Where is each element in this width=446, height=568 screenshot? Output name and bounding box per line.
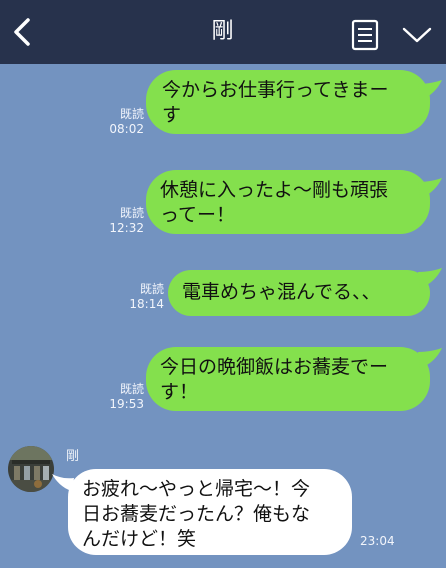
message-bubble[interactable]: 休憩に入ったよ〜剛も頑張 ってー！ bbox=[146, 170, 430, 234]
message-time: 19:53 bbox=[109, 397, 144, 411]
sender-avatar[interactable] bbox=[8, 446, 54, 492]
avatar-photo bbox=[8, 446, 54, 492]
message-text: 電車めちゃ混んでる、、 bbox=[182, 281, 381, 303]
read-receipt: 既読 bbox=[139, 282, 164, 296]
message-text: 休憩に入ったよ〜剛も頑張 ってー！ bbox=[160, 179, 389, 226]
list-icon bbox=[351, 19, 379, 51]
menu-button[interactable] bbox=[350, 19, 380, 51]
message-bubble[interactable]: 今からお仕事行ってきまー す bbox=[146, 70, 430, 134]
message-meta: 既読 12:32 bbox=[104, 206, 144, 236]
message-meta: 既読 18:14 bbox=[124, 282, 164, 312]
read-receipt: 既読 bbox=[119, 206, 144, 220]
message-bubble[interactable]: 電車めちゃ混んでる、、 bbox=[168, 270, 430, 316]
message-text: 今からお仕事行ってきまー す bbox=[162, 79, 389, 126]
expand-button[interactable] bbox=[400, 24, 434, 46]
chat-header: 剛 bbox=[0, 0, 446, 64]
message-bubble[interactable]: 今日の晩御飯はお蕎麦でー す！ bbox=[146, 347, 430, 411]
message-time: 08:02 bbox=[109, 122, 144, 136]
read-receipt: 既読 bbox=[119, 382, 144, 396]
back-button[interactable] bbox=[6, 14, 42, 50]
message-time: 12:32 bbox=[109, 221, 144, 235]
read-receipt: 既読 bbox=[119, 107, 144, 121]
chevron-left-icon bbox=[14, 18, 30, 46]
bubble-tail bbox=[418, 348, 442, 368]
bubble-tail bbox=[418, 80, 442, 100]
chat-area[interactable]: 既読 08:02 今からお仕事行ってきまー す 既読 12:32 休憩に入ったよ… bbox=[0, 64, 446, 568]
bubble-tail bbox=[418, 178, 442, 198]
chevron-down-icon bbox=[402, 27, 432, 43]
message-text: 今日の晩御飯はお蕎麦でー す！ bbox=[160, 356, 389, 403]
bubble-tail bbox=[418, 268, 442, 288]
message-meta: 既読 19:53 bbox=[104, 382, 144, 412]
sender-name: 剛 bbox=[66, 449, 80, 464]
message-meta: 既読 08:02 bbox=[104, 107, 144, 137]
message-bubble[interactable]: お疲れ〜やっと帰宅〜！今 日お蕎麦だったん？俺もな んだけど！笑 bbox=[68, 469, 352, 555]
message-time: 23:04 bbox=[360, 534, 395, 548]
message-text: お疲れ〜やっと帰宅〜！今 日お蕎麦だったん？俺もな んだけど！笑 bbox=[82, 478, 311, 550]
message-time: 18:14 bbox=[129, 297, 164, 311]
